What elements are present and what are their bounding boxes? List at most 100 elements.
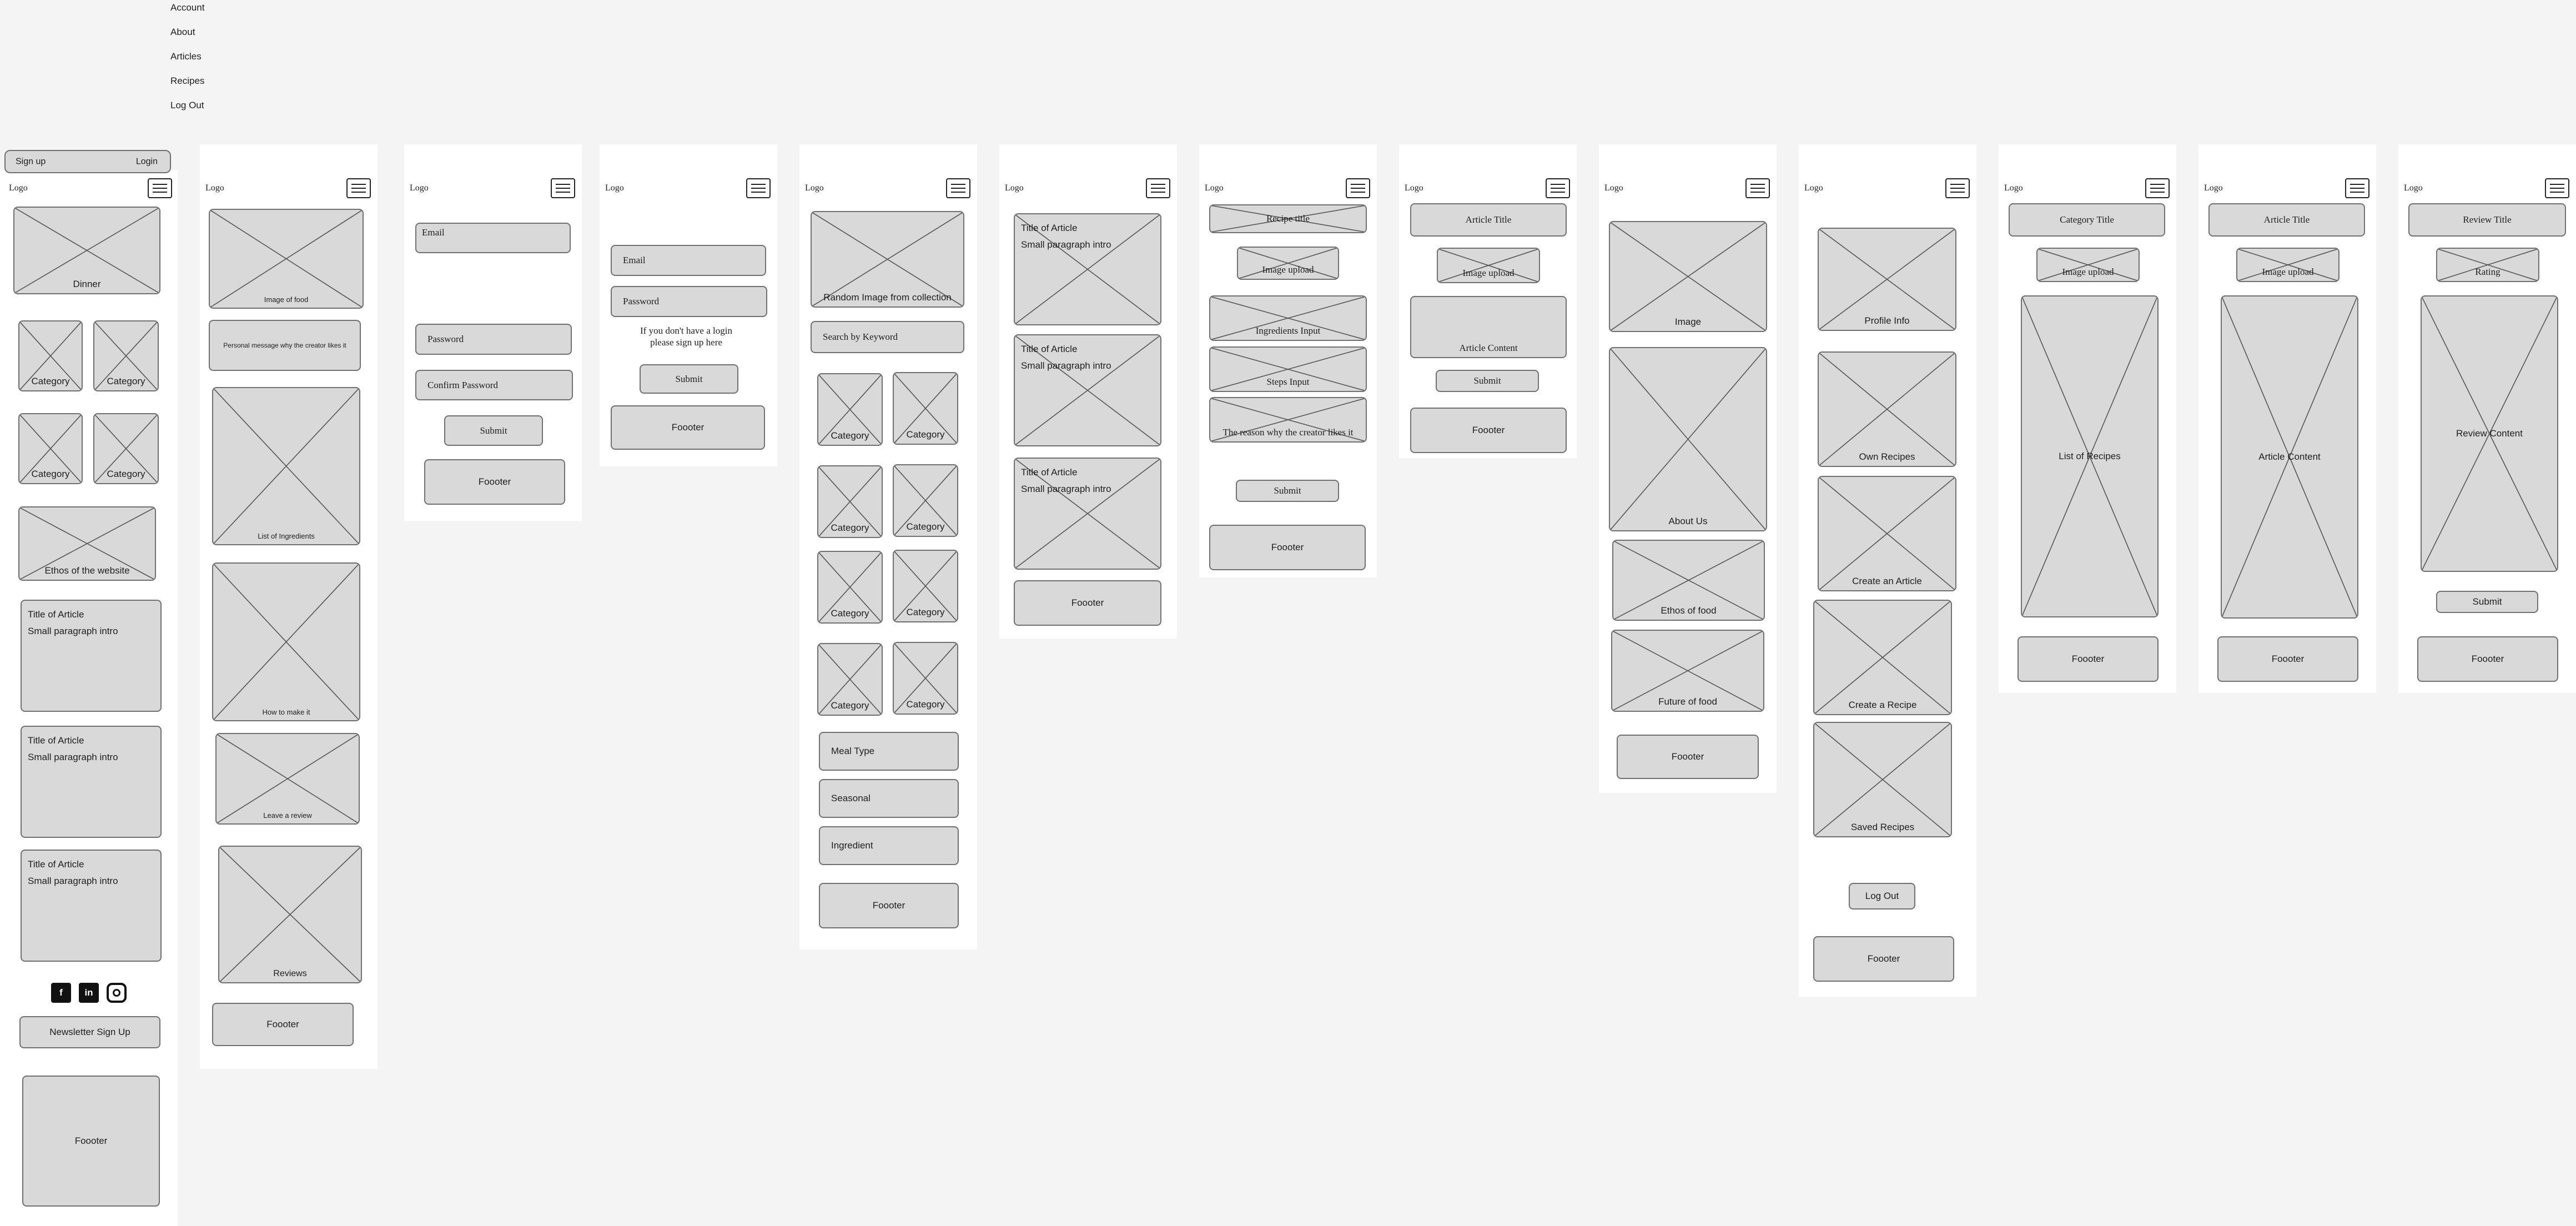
category-tile[interactable]: Category bbox=[817, 551, 883, 624]
reason-input[interactable]: The reason why the creator likes it bbox=[1209, 397, 1367, 443]
footer: Foooter bbox=[1617, 735, 1759, 779]
menu-item-1[interactable]: About bbox=[170, 27, 195, 38]
leave-review[interactable]: Leave a review bbox=[215, 733, 360, 825]
hamburger-menu-icon[interactable] bbox=[551, 178, 575, 198]
box-label: Submit bbox=[1473, 375, 1501, 386]
menu-item-4[interactable]: Log Out bbox=[170, 100, 204, 111]
facebook-icon[interactable]: f bbox=[51, 983, 71, 1003]
article-card[interactable]: Title of Article Small paragraph intro bbox=[1014, 334, 1161, 446]
article-card[interactable]: Title of Article Small paragraph intro bbox=[21, 600, 162, 712]
placeholder-cross bbox=[1819, 353, 1955, 466]
hamburger-menu-icon[interactable] bbox=[746, 178, 771, 198]
box-label: Foooter bbox=[1071, 597, 1104, 608]
image-upload[interactable]: Image upload bbox=[1437, 248, 1540, 283]
submit-button[interactable]: Submit bbox=[2436, 591, 2538, 613]
submit-button[interactable]: Submit bbox=[640, 364, 738, 394]
image-upload[interactable]: Image upload bbox=[2036, 248, 2140, 282]
hamburger-menu-icon[interactable] bbox=[1745, 178, 1770, 198]
create-article-card[interactable]: Create an Article bbox=[1818, 476, 1956, 591]
image-upload[interactable]: Image upload bbox=[1237, 247, 1339, 280]
auth-bar: Sign up Login bbox=[4, 150, 171, 173]
login-link[interactable]: Login bbox=[136, 156, 158, 167]
category-tile[interactable]: Category bbox=[817, 643, 883, 716]
category-tile[interactable]: Category bbox=[93, 320, 159, 391]
hamburger-menu-icon[interactable] bbox=[148, 178, 172, 198]
category-tile[interactable]: Category bbox=[893, 464, 958, 537]
food-image: Image of food bbox=[209, 209, 364, 309]
recipe-title-field[interactable]: Recipe title bbox=[1209, 204, 1367, 233]
article-intro: Small paragraph intro bbox=[1021, 239, 1111, 250]
hamburger-menu-icon[interactable] bbox=[1346, 178, 1370, 198]
category-tile[interactable]: Category bbox=[817, 373, 883, 446]
category-tile[interactable]: Category bbox=[893, 372, 958, 445]
filter-ingredient[interactable]: Ingredient bbox=[819, 826, 959, 865]
box-label: Foooter bbox=[266, 1018, 299, 1029]
search-input[interactable]: Search by Keyword bbox=[811, 321, 964, 353]
menu-item-3[interactable]: Recipes bbox=[170, 76, 204, 87]
article-text: Title of Article Small paragraph intro bbox=[28, 856, 118, 890]
hamburger-menu-icon[interactable] bbox=[1146, 178, 1170, 198]
category-tile[interactable]: Category bbox=[893, 550, 958, 622]
password-field[interactable]: Password bbox=[611, 286, 767, 317]
filter-seasonal[interactable]: Seasonal bbox=[819, 779, 959, 818]
article-card[interactable]: Title of Article Small paragraph intro bbox=[21, 850, 162, 962]
rating-widget[interactable]: Rating bbox=[2436, 248, 2539, 282]
instagram-icon[interactable] bbox=[107, 983, 127, 1003]
signup-hint[interactable]: If you don't have a login please sign up… bbox=[627, 325, 745, 348]
hamburger-menu-icon[interactable] bbox=[1945, 178, 1970, 198]
box-label: Meal Type bbox=[831, 745, 875, 756]
own-recipes-card[interactable]: Own Recipes bbox=[1818, 351, 1956, 467]
category-tile[interactable]: Category bbox=[18, 413, 83, 484]
box-label: Category Title bbox=[2060, 214, 2114, 225]
confirm-password-field[interactable]: Confirm Password bbox=[415, 370, 573, 400]
category-tile[interactable]: Category bbox=[893, 642, 958, 715]
placeholder-cross bbox=[213, 564, 359, 720]
hamburger-menu-icon[interactable] bbox=[2545, 178, 2569, 198]
submit-button[interactable]: Submit bbox=[1236, 480, 1339, 502]
hamburger-menu-icon[interactable] bbox=[1546, 178, 1570, 198]
box-label: List of Ingredients bbox=[258, 532, 315, 541]
article-content-field[interactable]: Article Content bbox=[1410, 296, 1567, 358]
menu-item-2[interactable]: Articles bbox=[170, 51, 202, 62]
menu-item-0[interactable]: Account bbox=[170, 2, 204, 13]
category-tile[interactable]: Category bbox=[817, 465, 883, 538]
profile-info-card[interactable]: Profile Info bbox=[1818, 228, 1956, 331]
steps-input[interactable]: Steps Input bbox=[1209, 346, 1367, 392]
box-label: How to make it bbox=[262, 708, 310, 717]
linkedin-icon[interactable]: in bbox=[79, 983, 99, 1003]
hamburger-menu-icon[interactable] bbox=[2145, 178, 2170, 198]
article-card[interactable]: Title of Article Small paragraph intro bbox=[1014, 458, 1161, 570]
log-out-button[interactable]: Log Out bbox=[1849, 883, 1915, 910]
article-card[interactable]: Title of Article Small paragraph intro bbox=[21, 726, 162, 838]
email-field[interactable]: Email bbox=[415, 223, 571, 253]
newsletter-button[interactable]: Newsletter Sign Up bbox=[19, 1016, 160, 1048]
article-card[interactable]: Title of Article Small paragraph intro bbox=[1014, 213, 1161, 325]
submit-button[interactable]: Submit bbox=[1436, 370, 1539, 392]
saved-recipes-card[interactable]: Saved Recipes bbox=[1813, 722, 1952, 837]
create-recipe-card[interactable]: Create a Recipe bbox=[1813, 600, 1952, 715]
box-label: Own Recipes bbox=[1859, 451, 1915, 462]
submit-button[interactable]: Submit bbox=[444, 415, 543, 446]
box-label: Category bbox=[107, 468, 145, 479]
image-upload[interactable]: Image upload bbox=[2236, 248, 2339, 282]
box-label: Review Content bbox=[2456, 428, 2523, 439]
hamburger-menu-icon[interactable] bbox=[946, 178, 970, 198]
box-label: Category bbox=[831, 430, 869, 441]
future-section: Future of food bbox=[1611, 630, 1764, 712]
category-tile[interactable]: Category bbox=[18, 320, 83, 391]
ingredients-input[interactable]: Ingredients Input bbox=[1209, 295, 1367, 341]
hamburger-menu-icon[interactable] bbox=[2345, 178, 2369, 198]
article-text: Title of Article Small paragraph intro bbox=[1021, 341, 1111, 374]
logo: Logo bbox=[2204, 183, 2223, 193]
password-field[interactable]: Password bbox=[415, 324, 572, 355]
wireframe-canvas: Account About Articles Recipes Log Out Sign u… bbox=[0, 0, 2576, 1226]
category-tile[interactable]: Category bbox=[93, 413, 159, 484]
box-label: Foooter bbox=[671, 421, 705, 433]
hamburger-menu-icon[interactable] bbox=[346, 178, 371, 198]
box-label: Category bbox=[831, 700, 869, 711]
box-label: Email bbox=[623, 254, 646, 265]
logo: Logo bbox=[605, 183, 624, 193]
filter-meal-type[interactable]: Meal Type bbox=[819, 732, 959, 771]
email-field[interactable]: Email bbox=[611, 245, 766, 276]
article-title-field[interactable]: Article Title bbox=[1410, 203, 1567, 237]
